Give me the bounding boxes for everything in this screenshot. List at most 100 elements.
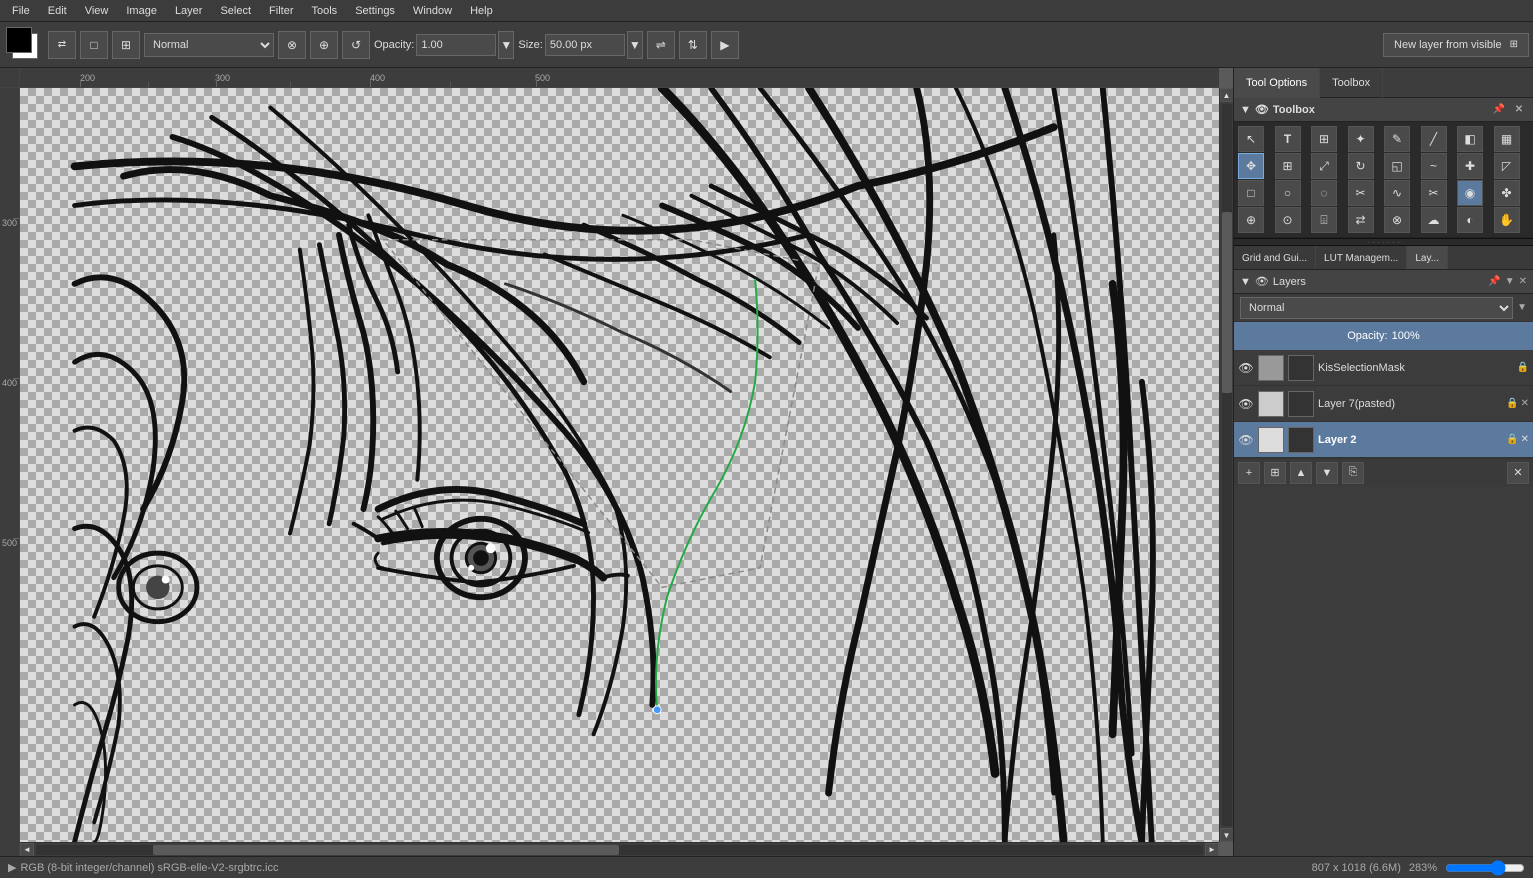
tool-stamp[interactable]: ✦ bbox=[1348, 126, 1374, 152]
tab-grid-guides[interactable]: Grid and Gui... bbox=[1234, 246, 1316, 270]
tool-rect-sel[interactable]: □ bbox=[1238, 180, 1264, 206]
tool-gimp[interactable]: ⌹ bbox=[1311, 207, 1337, 233]
new-group-button[interactable]: ⊞ bbox=[1264, 462, 1286, 484]
tool-transform[interactable]: ⤢ bbox=[1311, 153, 1337, 179]
menu-image[interactable]: Image bbox=[118, 3, 165, 19]
tool-align[interactable]: ⊞ bbox=[1275, 153, 1301, 179]
menu-edit[interactable]: Edit bbox=[40, 3, 75, 19]
merge-button[interactable]: ⊕ bbox=[310, 31, 338, 59]
opacity-expand-button[interactable]: ▼ bbox=[498, 31, 514, 59]
layer-row-layer2[interactable]: 👁 Layer 2 🔒 ✕ bbox=[1234, 422, 1533, 458]
layers-expand-icon[interactable]: ▼ bbox=[1517, 302, 1527, 313]
scroll-down-button[interactable]: ▼ bbox=[1220, 828, 1234, 842]
h-scrollbar[interactable]: ◄ ► bbox=[20, 842, 1219, 856]
grid-view-button[interactable]: ⊞ bbox=[112, 31, 140, 59]
v-scroll-thumb[interactable] bbox=[1222, 212, 1232, 393]
v-scrollbar[interactable]: ▲ ▼ bbox=[1219, 88, 1233, 842]
v-scroll-track[interactable] bbox=[1222, 104, 1232, 826]
canvas-area[interactable]: 200 300 400 500 300 400 500 bbox=[0, 68, 1233, 856]
lower-layer-button[interactable]: ▼ bbox=[1316, 462, 1338, 484]
tool-color-balance[interactable]: ⇄ bbox=[1348, 207, 1374, 233]
tool-eraser[interactable]: ◧ bbox=[1457, 126, 1483, 152]
tool-measure[interactable]: ⊙ bbox=[1275, 207, 1301, 233]
layer-row-layer7[interactable]: 👁 Layer 7(pasted) 🔒 ✕ bbox=[1234, 386, 1533, 422]
layers-menu-button[interactable]: ▼ bbox=[1505, 276, 1515, 287]
raise-layer-button[interactable]: ▲ bbox=[1290, 462, 1312, 484]
new-layer-visible-button[interactable]: New layer from visible ⊞ bbox=[1383, 33, 1529, 57]
layer-vis-layer2[interactable]: 👁 bbox=[1238, 432, 1254, 448]
tab-toolbox[interactable]: Toolbox bbox=[1320, 68, 1383, 98]
layer-vis-layer7[interactable]: 👁 bbox=[1238, 396, 1254, 412]
layers-blend-mode-select[interactable]: Normal bbox=[1240, 297, 1513, 319]
tab-layers[interactable]: Lay... bbox=[1407, 246, 1448, 270]
h-scroll-track[interactable] bbox=[36, 845, 1203, 855]
layers-collapse-icon[interactable]: ▼ bbox=[1240, 276, 1251, 288]
lock-alpha-icon-2[interactable]: 🔒 bbox=[1506, 398, 1518, 409]
fg-color-swatch[interactable] bbox=[6, 27, 32, 53]
tool-sel-by-color[interactable]: ∿ bbox=[1384, 180, 1410, 206]
tool-path[interactable]: ✤ bbox=[1494, 180, 1520, 206]
menu-window[interactable]: Window bbox=[405, 3, 460, 19]
layers-close-button[interactable]: ✕ bbox=[1519, 276, 1527, 287]
blend-mode-select[interactable]: Normal bbox=[144, 33, 274, 57]
erase-button[interactable]: ⊗ bbox=[278, 31, 306, 59]
menu-select[interactable]: Select bbox=[212, 3, 259, 19]
tool-cage[interactable]: ◱ bbox=[1384, 153, 1410, 179]
layer-row-kisselectionmask[interactable]: 👁 KisSelectionMask 🔒 bbox=[1234, 350, 1533, 386]
lock-layer2-icon[interactable]: 🔒 bbox=[1506, 434, 1518, 445]
flip-h-button[interactable]: ⇌ bbox=[647, 31, 675, 59]
toolbox-pin-button[interactable]: 📌 bbox=[1491, 102, 1507, 118]
paint-options-button[interactable]: □ bbox=[80, 31, 108, 59]
menu-view[interactable]: View bbox=[77, 3, 117, 19]
tool-ellipse-sel[interactable]: ○ bbox=[1275, 180, 1301, 206]
tool-zoom[interactable]: ⊕ bbox=[1238, 207, 1264, 233]
menu-layer[interactable]: Layer bbox=[167, 3, 211, 19]
reset-button[interactable]: ↺ bbox=[342, 31, 370, 59]
tool-perspective[interactable]: ◸ bbox=[1494, 153, 1520, 179]
options-button[interactable]: ▶ bbox=[711, 31, 739, 59]
tool-text[interactable]: T bbox=[1275, 126, 1301, 152]
menu-file[interactable]: File bbox=[4, 3, 38, 19]
tool-fuzzy-sel[interactable]: ✂ bbox=[1348, 180, 1374, 206]
tool-hand[interactable]: ✋ bbox=[1494, 207, 1520, 233]
tool-foreground-sel[interactable]: ◉ bbox=[1457, 180, 1483, 206]
swap-colors-button[interactable]: ⇄ bbox=[48, 31, 76, 59]
tool-warp[interactable]: ↻ bbox=[1348, 153, 1374, 179]
opacity-input[interactable] bbox=[416, 34, 496, 56]
tool-arrow[interactable]: ↖ bbox=[1238, 126, 1264, 152]
new-layer-button[interactable]: + bbox=[1238, 462, 1260, 484]
size-input[interactable] bbox=[545, 34, 625, 56]
tab-lut-management[interactable]: LUT Managem... bbox=[1316, 246, 1407, 270]
remove-layer2-icon[interactable]: ✕ bbox=[1521, 434, 1529, 445]
h-scroll-thumb[interactable] bbox=[153, 845, 620, 855]
menu-settings[interactable]: Settings bbox=[347, 3, 403, 19]
size-expand-button[interactable]: ▼ bbox=[627, 31, 643, 59]
flip-v-button[interactable]: ⇅ bbox=[679, 31, 707, 59]
duplicate-layer-button[interactable]: ⎘ bbox=[1342, 462, 1364, 484]
tool-scissors[interactable]: ✂ bbox=[1421, 180, 1447, 206]
tool-smudge[interactable]: ☁ bbox=[1421, 207, 1447, 233]
tool-color-picker[interactable]: ⊞ bbox=[1311, 126, 1337, 152]
tool-pencil[interactable]: ✎ bbox=[1384, 126, 1410, 152]
tool-free-sel[interactable]: ◌ bbox=[1311, 180, 1337, 206]
lock-alpha-icon[interactable]: 🔒 bbox=[1517, 362, 1529, 373]
tool-dodge[interactable]: ◐ bbox=[1457, 207, 1483, 233]
scroll-right-button[interactable]: ► bbox=[1205, 843, 1219, 857]
tool-heal[interactable]: ✚ bbox=[1457, 153, 1483, 179]
tool-pattern[interactable]: ▦ bbox=[1494, 126, 1520, 152]
layer-vis-kisselectionmask[interactable]: 👁 bbox=[1238, 360, 1254, 376]
layers-pin-button[interactable]: 📌 bbox=[1488, 276, 1500, 287]
lock-content-icon[interactable]: ✕ bbox=[1521, 398, 1529, 409]
toolbox-collapse-icon[interactable]: ▼ bbox=[1240, 104, 1251, 116]
zoom-slider[interactable] bbox=[1445, 860, 1525, 876]
scroll-left-button[interactable]: ◄ bbox=[20, 843, 34, 857]
tool-clone[interactable]: ⊗ bbox=[1384, 207, 1410, 233]
scroll-up-button[interactable]: ▲ bbox=[1220, 88, 1234, 102]
statusbar-expand-icon[interactable]: ▶ bbox=[8, 861, 16, 874]
menu-tools[interactable]: Tools bbox=[304, 3, 346, 19]
tool-brush[interactable]: ╱ bbox=[1421, 126, 1447, 152]
canvas-drawing[interactable] bbox=[20, 88, 1219, 842]
delete-layer-button[interactable]: ✕ bbox=[1507, 462, 1529, 484]
menu-filter[interactable]: Filter bbox=[261, 3, 301, 19]
menu-help[interactable]: Help bbox=[462, 3, 501, 19]
